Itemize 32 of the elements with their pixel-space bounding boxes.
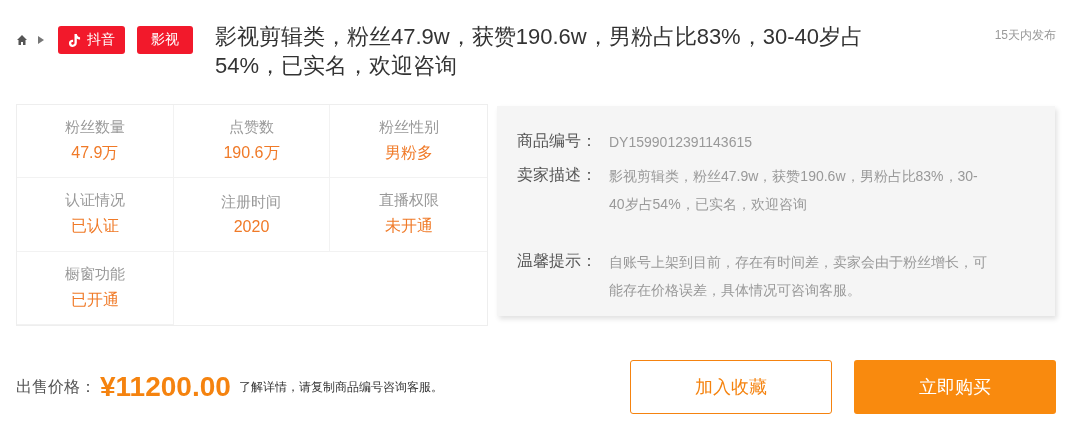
music-note-icon (68, 32, 81, 48)
price-amount: ¥11200.00 (100, 371, 231, 403)
detail-label: 卖家描述： (517, 165, 598, 185)
detail-value: 影视剪辑类，粉丝47.9w，获赞190.6w，男粉占比83%，30-40岁占54%，已实名，欢迎咨询 (609, 167, 979, 214)
detail-label: 商品编号： (517, 131, 598, 151)
favorite-button[interactable]: 加入收藏 (630, 360, 832, 414)
stat-value: 未开通 (384, 216, 433, 237)
stat-value: 已开通 (70, 289, 119, 310)
chevron-icon (38, 36, 44, 44)
stat-value: 190.6万 (223, 143, 280, 164)
stat-label: 粉丝性别 (378, 118, 439, 138)
detail-label: 温馨提示： (517, 251, 598, 271)
platform-tag[interactable]: 抖音 (58, 26, 125, 54)
stat-label: 认证情况 (64, 191, 125, 211)
stat-value: 2020 (233, 218, 270, 236)
stat-value: 已认证 (70, 216, 119, 237)
posted-time: 15天内发布 (994, 27, 1056, 44)
price-note: 了解详情，请复制商品编号咨询客服。 (238, 378, 443, 396)
detail-value: 自账号上架到目前，存在有时间差，卖家会由于粉丝增长，可能存在价格误差，具体情况可咨询客服。 (609, 253, 988, 300)
stat-value: 男粉多 (384, 143, 433, 164)
listing-title: 影视剪辑类，粉丝47.9w，获赞190.6w，男粉占比83%，30-40岁占54%，已实名，欢迎咨询 (215, 23, 864, 80)
detail-value: DY1599012391143615 (609, 133, 753, 152)
price-label: 出售价格： (16, 376, 96, 397)
stat-label: 粉丝数量 (64, 118, 125, 138)
stat-label: 橱窗功能 (64, 264, 125, 284)
stat-label: 直播权限 (378, 191, 439, 211)
stat-value: 47.9万 (71, 143, 119, 164)
home-icon[interactable] (16, 34, 28, 46)
stat-label: 注册时间 (221, 193, 282, 212)
stat-label: 点赞数 (229, 118, 274, 138)
buy-button[interactable]: 立即购买 (854, 360, 1056, 414)
platform-tag[interactable]: 影视 (137, 26, 193, 54)
